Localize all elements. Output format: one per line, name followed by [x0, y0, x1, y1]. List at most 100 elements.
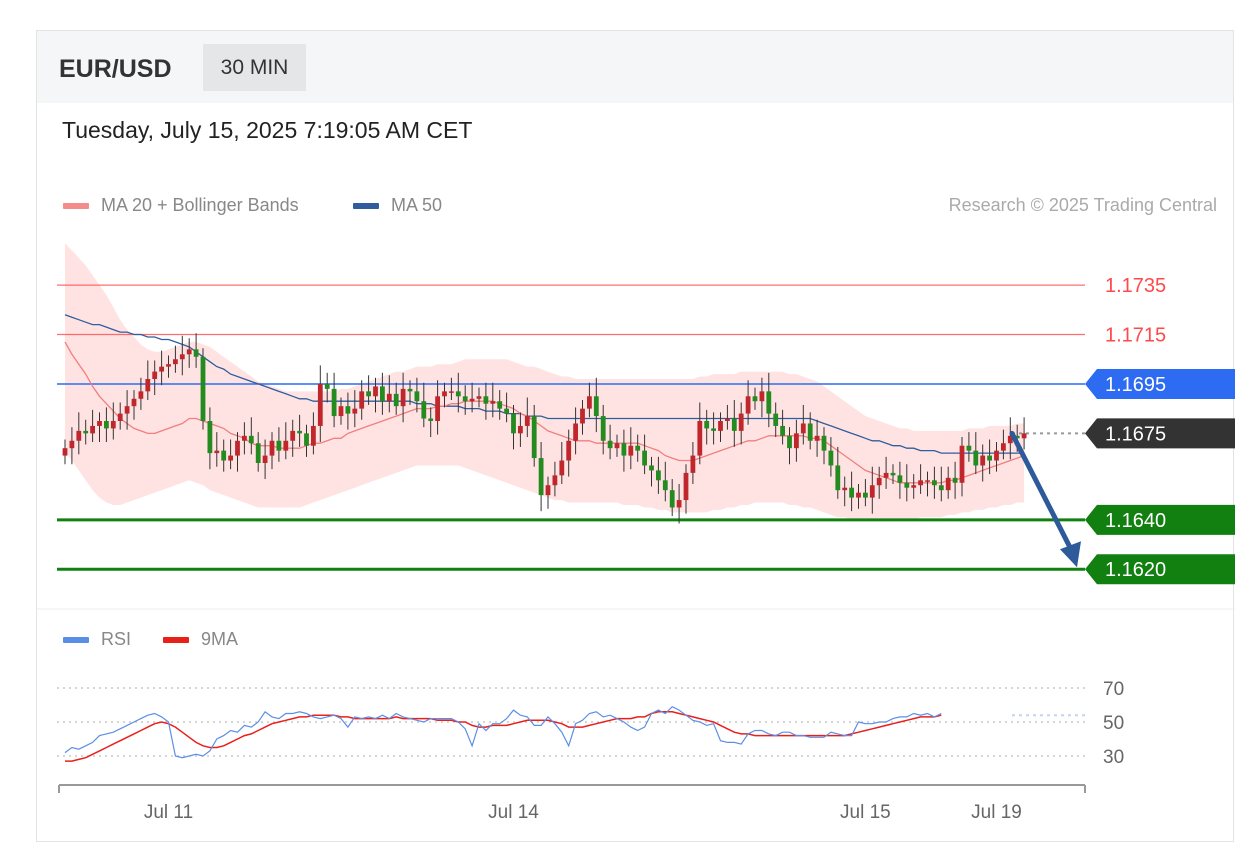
candle-down: [221, 450, 227, 461]
candle-down: [642, 450, 647, 466]
candle-up: [1001, 443, 1006, 451]
candle-up: [697, 421, 703, 456]
candle-down: [304, 433, 309, 446]
candle-down: [193, 349, 199, 357]
candle-down: [787, 435, 792, 449]
candle-up: [883, 472, 889, 478]
x-tick-label: Jul 11: [144, 802, 193, 823]
candle-up: [587, 396, 592, 409]
candle-up: [214, 450, 220, 454]
candle-up: [1021, 433, 1027, 439]
candle-down: [952, 477, 958, 483]
candle-down: [331, 388, 337, 417]
candle-up: [738, 413, 744, 431]
candle-up: [317, 383, 323, 426]
candle-up: [814, 435, 820, 441]
rsi-level-label: 50: [1103, 713, 1124, 734]
candle-up: [469, 398, 475, 402]
price-chart: 1.1735 1.1715 1.1695 1.1675 1.1640 1.1620 70 5…: [37, 243, 1235, 823]
candle-up: [400, 388, 406, 407]
candle-down: [773, 413, 779, 426]
candle-down: [276, 440, 282, 451]
candle-up: [179, 354, 185, 360]
candle-down: [345, 406, 351, 414]
candle-up: [925, 480, 930, 482]
candle-up: [566, 440, 572, 461]
candle-down: [973, 450, 979, 466]
candle-down: [987, 455, 992, 461]
candle-up: [683, 472, 689, 501]
candle-up: [573, 423, 578, 441]
candle-down: [766, 391, 772, 414]
candle-down: [414, 391, 420, 402]
candle-down: [538, 458, 544, 496]
candle-up: [262, 455, 268, 463]
candle-up: [745, 396, 751, 414]
candle-up: [918, 480, 923, 486]
candle-up: [352, 408, 358, 414]
candle-up: [242, 435, 247, 441]
candle-up: [173, 359, 178, 365]
candle-up: [186, 349, 192, 355]
candle-up: [628, 445, 634, 456]
candle-down: [635, 445, 641, 451]
support-tag-label: 1.1640: [1105, 510, 1166, 532]
candle-down: [407, 388, 413, 392]
candle-up: [869, 485, 875, 498]
candle-up: [124, 406, 130, 414]
rsi-level-label: 70: [1103, 679, 1124, 700]
candle-down: [531, 416, 537, 459]
candle-down: [380, 386, 385, 402]
candle-up: [856, 492, 861, 498]
candle-up: [76, 430, 82, 441]
candle-up: [800, 423, 806, 434]
x-axis: Jul 11 Jul 14 Jul 15 Jul 19: [58, 784, 1086, 823]
candle-down: [932, 480, 937, 486]
candle-up: [690, 455, 696, 473]
candle-down: [593, 396, 599, 417]
candle-up: [166, 364, 171, 367]
candle-up: [676, 500, 682, 508]
candle-up: [524, 416, 530, 426]
candle-down: [621, 443, 627, 456]
candle-down: [504, 408, 509, 414]
candle-down: [393, 393, 399, 407]
candle-up: [718, 421, 723, 431]
candle-down: [821, 435, 827, 451]
candle-down: [966, 445, 972, 451]
x-tick-label: Jul 15: [840, 802, 891, 823]
candle-up: [725, 418, 730, 421]
candle-up: [69, 440, 75, 449]
resistance-label: 1.1735: [1105, 275, 1166, 297]
candle-up: [235, 440, 240, 456]
support-tag-label: 1.1620: [1105, 559, 1166, 581]
level-tags: 1.1735 1.1715 1.1695 1.1675 1.1640 1.1620: [1085, 275, 1235, 585]
candle-down: [607, 440, 613, 449]
candle-up: [145, 379, 151, 392]
candle-up: [559, 460, 565, 476]
candle-down: [366, 391, 371, 397]
candle-down: [511, 413, 516, 434]
candle-down: [904, 482, 910, 488]
candle-up: [311, 425, 316, 446]
candle-down: [428, 418, 434, 421]
rsi-level-label: 30: [1103, 747, 1124, 768]
candle-down: [497, 401, 503, 409]
candle-up: [518, 425, 523, 434]
candle-up: [794, 433, 799, 449]
candle-up: [359, 391, 365, 409]
candle-down: [200, 356, 206, 421]
candle-up: [152, 371, 158, 379]
candle-down: [324, 383, 330, 389]
candle-up: [545, 485, 551, 496]
candle-up: [442, 391, 447, 397]
candle-down: [780, 425, 785, 436]
candle-down: [455, 391, 461, 397]
candle-down: [849, 487, 854, 498]
candle-down: [662, 480, 668, 491]
candle-down: [752, 396, 758, 402]
candle-up: [290, 430, 296, 441]
candle-up: [759, 391, 765, 402]
candle-down: [897, 475, 903, 483]
candle-down: [255, 443, 261, 463]
